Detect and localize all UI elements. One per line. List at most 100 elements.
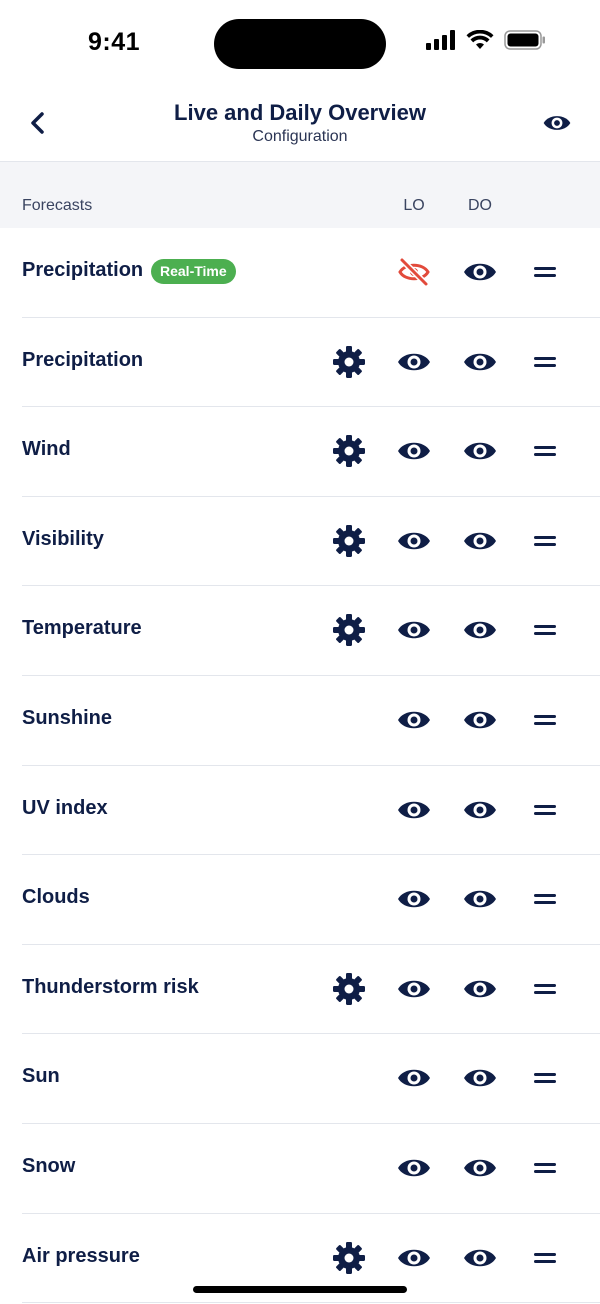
settings-button[interactable] xyxy=(331,1240,367,1276)
eye-icon xyxy=(464,801,496,818)
do-visibility-toggle[interactable] xyxy=(462,971,498,1007)
eye-icon xyxy=(398,1159,430,1177)
do-visibility-toggle[interactable] xyxy=(462,881,498,917)
column-header-do: DO xyxy=(468,197,492,214)
forecast-row-label: Sun xyxy=(22,1065,60,1088)
eye-icon xyxy=(398,622,430,639)
settings-button[interactable] xyxy=(331,971,367,1007)
do-visibility-toggle[interactable] xyxy=(462,792,498,828)
do-visibility-toggle[interactable] xyxy=(462,523,498,559)
page-title: Live and Daily Overview xyxy=(174,100,426,125)
lo-visibility-toggle[interactable] xyxy=(396,523,432,559)
lo-visibility-toggle[interactable] xyxy=(396,612,432,648)
eye-icon xyxy=(398,1249,430,1266)
gear-icon xyxy=(333,345,365,378)
lo-visibility-toggle[interactable] xyxy=(396,792,432,828)
drag-handle[interactable] xyxy=(527,433,563,469)
do-visibility-toggle[interactable] xyxy=(462,344,498,380)
forecast-row-label: Snow xyxy=(22,1154,76,1177)
forecast-row-label: Precipitation xyxy=(22,348,144,371)
drag-handle-icon xyxy=(534,625,556,636)
do-visibility-toggle[interactable] xyxy=(462,1150,498,1186)
settings-button[interactable] xyxy=(331,433,367,469)
eye-icon xyxy=(398,980,430,997)
eye-icon xyxy=(464,980,496,997)
eye-icon xyxy=(464,711,496,729)
gear-icon xyxy=(333,1241,365,1274)
drag-handle[interactable] xyxy=(527,1240,563,1276)
column-header-lo: LO xyxy=(403,197,425,214)
status-time: 9:41 xyxy=(88,28,141,56)
section-label: Forecasts xyxy=(22,197,93,214)
forecast-row-label: Clouds xyxy=(22,886,90,909)
forecast-row-label: UV index xyxy=(22,796,108,819)
drag-handle[interactable] xyxy=(527,523,563,559)
drag-handle-icon xyxy=(534,356,556,367)
drag-handle[interactable] xyxy=(527,971,563,1007)
eye-icon xyxy=(398,711,430,729)
drag-handle[interactable] xyxy=(527,344,563,380)
lo-visibility-toggle[interactable] xyxy=(396,881,432,917)
gear-icon xyxy=(333,614,365,647)
lo-visibility-toggle[interactable] xyxy=(396,1150,432,1186)
drag-handle[interactable] xyxy=(527,612,563,648)
forecast-row-label: Wind xyxy=(22,438,71,461)
forecast-row[interactable]: Sun xyxy=(22,1034,600,1124)
drag-handle[interactable] xyxy=(527,254,563,290)
forecast-row-label: Thunderstorm risk xyxy=(22,975,199,998)
settings-button[interactable] xyxy=(331,612,367,648)
lo-visibility-toggle[interactable] xyxy=(396,1240,432,1276)
forecast-row[interactable]: Thunderstorm risk xyxy=(22,945,600,1035)
forecast-row-label: Sunshine xyxy=(22,706,113,729)
forecast-row[interactable]: Wind xyxy=(22,407,600,497)
drag-handle-icon xyxy=(534,714,556,725)
forecast-row[interactable]: Precipitation xyxy=(22,318,600,408)
drag-handle-icon xyxy=(534,894,556,905)
settings-button[interactable] xyxy=(331,344,367,380)
drag-handle[interactable] xyxy=(527,881,563,917)
lo-visibility-toggle[interactable] xyxy=(396,254,432,290)
do-visibility-toggle[interactable] xyxy=(462,1240,498,1276)
do-visibility-toggle[interactable] xyxy=(462,612,498,648)
lo-visibility-toggle[interactable] xyxy=(396,971,432,1007)
do-visibility-toggle[interactable] xyxy=(462,254,498,290)
lo-visibility-toggle[interactable] xyxy=(396,1060,432,1096)
lo-visibility-toggle[interactable] xyxy=(396,702,432,738)
eye-icon xyxy=(398,890,430,908)
eye-icon xyxy=(464,532,496,550)
gear-icon xyxy=(333,435,365,468)
nav-header: Live and Daily Overview Configuration xyxy=(0,88,600,162)
battery-icon xyxy=(504,30,545,50)
real-time-badge: Real-Time xyxy=(151,259,236,284)
eye-icon xyxy=(464,263,496,281)
status-icons xyxy=(426,30,546,50)
lo-visibility-toggle[interactable] xyxy=(396,433,432,469)
drag-handle[interactable] xyxy=(527,1060,563,1096)
drag-handle[interactable] xyxy=(527,792,563,828)
do-visibility-toggle[interactable] xyxy=(462,1060,498,1096)
eye-icon xyxy=(464,1249,496,1266)
lo-visibility-toggle[interactable] xyxy=(396,344,432,380)
forecast-row[interactable]: Clouds xyxy=(22,855,600,945)
forecast-row[interactable]: Precipitation Real-Time xyxy=(22,228,600,318)
forecast-row[interactable]: Sunshine xyxy=(22,676,600,766)
forecast-row[interactable]: Visibility xyxy=(22,497,600,587)
drag-handle-icon xyxy=(534,267,556,277)
drag-handle-icon xyxy=(534,1073,556,1084)
forecast-row-label: Visibility xyxy=(22,527,104,550)
forecast-row[interactable]: UV index xyxy=(22,766,600,856)
drag-handle-icon xyxy=(534,1162,556,1173)
eye-icon xyxy=(398,442,430,460)
preview-button[interactable] xyxy=(540,108,574,138)
do-visibility-toggle[interactable] xyxy=(462,702,498,738)
drag-handle[interactable] xyxy=(527,1150,563,1186)
forecast-row[interactable]: Temperature xyxy=(22,586,600,676)
do-visibility-toggle[interactable] xyxy=(462,433,498,469)
drag-handle[interactable] xyxy=(527,702,563,738)
forecast-row-label: Air pressure xyxy=(22,1244,140,1267)
dynamic-island xyxy=(214,19,386,69)
forecast-row[interactable]: Snow xyxy=(22,1124,600,1214)
eye-icon xyxy=(464,890,496,908)
eye-icon xyxy=(464,353,496,370)
settings-button[interactable] xyxy=(331,523,367,559)
